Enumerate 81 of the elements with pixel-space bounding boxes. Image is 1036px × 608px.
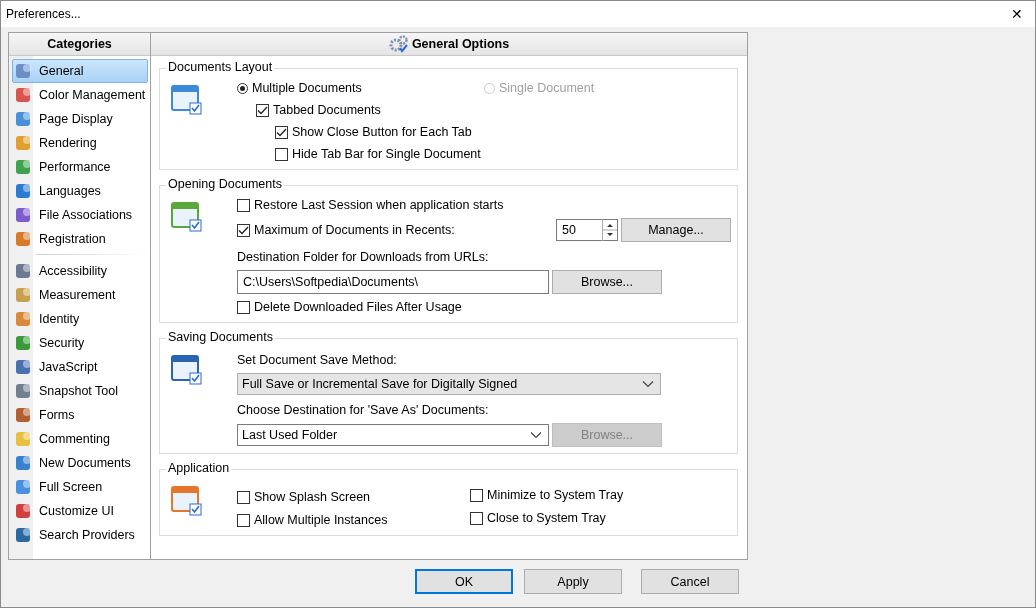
field-label: Choose Destination for 'Save As' Documents: <box>237 402 490 419</box>
category-icon <box>15 478 33 496</box>
checkbox-option[interactable]: Minimize to System Tray <box>470 486 624 504</box>
group-title: Application <box>166 461 232 475</box>
close-button[interactable]: ✕ <box>1007 6 1027 22</box>
category-icon <box>15 406 33 424</box>
category-item[interactable]: New Documents <box>12 451 148 475</box>
category-item[interactable]: Measurement <box>12 283 148 307</box>
category-icon <box>15 230 33 248</box>
category-icon <box>15 310 33 328</box>
dialog-button[interactable]: Apply <box>524 569 622 594</box>
category-icon <box>15 334 33 352</box>
category-icon <box>15 206 33 224</box>
number-spinner[interactable]: 50 <box>556 219 618 241</box>
category-item[interactable]: Search Providers <box>12 523 148 547</box>
checkmark-icon <box>257 105 268 115</box>
folder-path-field[interactable]: C:\Users\Softpedia\Documents\ <box>237 270 549 294</box>
chevron-down-icon <box>530 431 542 439</box>
category-item[interactable]: File Associations <box>12 203 148 227</box>
checkmark-icon <box>276 127 287 137</box>
categories-header: Categories <box>9 33 150 56</box>
group-title: Saving Documents <box>166 330 275 344</box>
dropdown[interactable]: Full Save or Incremental Save for Digitally Signed <box>237 373 661 395</box>
category-icon <box>15 382 33 400</box>
category-icon <box>15 158 33 176</box>
category-icon <box>15 454 33 472</box>
category-icon <box>15 62 33 80</box>
checkbox-option[interactable]: Hide Tab Bar for Single Document <box>275 145 484 163</box>
category-icon <box>15 358 33 376</box>
checkbox-option[interactable]: Allow Multiple Instances <box>237 511 470 529</box>
category-item[interactable]: Color Management <box>12 83 148 107</box>
category-item[interactable]: Full Screen <box>12 475 148 499</box>
options-header: General Options <box>151 33 747 56</box>
category-item[interactable]: Commenting <box>12 427 148 451</box>
category-item[interactable]: JavaScript <box>12 355 148 379</box>
window-title: Preferences... <box>6 7 81 21</box>
category-icon <box>15 526 33 544</box>
category-icon <box>15 262 33 280</box>
category-icon <box>15 286 33 304</box>
category-icon <box>15 430 33 448</box>
category-icon <box>15 86 33 104</box>
window-check-icon <box>170 200 204 234</box>
manage-button[interactable]: Manage... <box>621 218 731 242</box>
checkbox-option[interactable]: Restore Last Session when application starts <box>237 196 504 214</box>
category-item[interactable]: Rendering <box>12 131 148 155</box>
chevron-down-icon <box>642 380 654 388</box>
checkbox-option[interactable]: Delete Downloaded Files After Usage <box>237 298 462 316</box>
dropdown[interactable]: Last Used Folder <box>237 424 549 446</box>
category-item[interactable]: General <box>12 59 148 83</box>
category-icon <box>15 182 33 200</box>
category-icon <box>15 502 33 520</box>
gears-icon <box>388 35 409 53</box>
category-item[interactable]: Forms <box>12 403 148 427</box>
category-item[interactable]: Performance <box>12 155 148 179</box>
category-item[interactable]: Accessibility <box>12 259 148 283</box>
category-item[interactable]: Identity <box>12 307 148 331</box>
checkbox-option[interactable]: Show Close Button for Each Tab <box>275 123 484 141</box>
checkmark-icon <box>238 225 249 235</box>
window-check-icon <box>170 353 204 387</box>
radio-option[interactable]: Multiple Documents <box>237 79 484 97</box>
field-label: Set Document Save Method: <box>237 352 398 369</box>
category-item[interactable]: Registration <box>12 227 148 251</box>
dialog-button[interactable]: Cancel <box>641 569 739 594</box>
window-check-icon <box>170 83 204 117</box>
checkbox-option[interactable]: Show Splash Screen <box>237 488 470 506</box>
category-item[interactable]: Page Display <box>12 107 148 131</box>
window-check-icon <box>170 484 204 518</box>
category-item[interactable]: Snapshot Tool <box>12 379 148 403</box>
category-icon <box>15 134 33 152</box>
category-icon <box>15 110 33 128</box>
checkbox-option[interactable]: Tabbed Documents <box>256 101 484 119</box>
checkbox-option[interactable]: Close to System Tray <box>470 509 624 527</box>
browse-button[interactable]: Browse... <box>552 270 662 294</box>
checkbox-option[interactable]: Maximum of Documents in Recents: <box>237 221 553 239</box>
category-item[interactable]: Security <box>12 331 148 355</box>
group-title: Documents Layout <box>166 60 275 74</box>
category-item[interactable]: Customize UI <box>12 499 148 523</box>
group-title: Opening Documents <box>166 177 284 191</box>
field-label: Destination Folder for Downloads from URLs: <box>237 249 490 266</box>
category-item[interactable]: Languages <box>12 179 148 203</box>
dialog-button[interactable]: OK <box>415 569 513 594</box>
